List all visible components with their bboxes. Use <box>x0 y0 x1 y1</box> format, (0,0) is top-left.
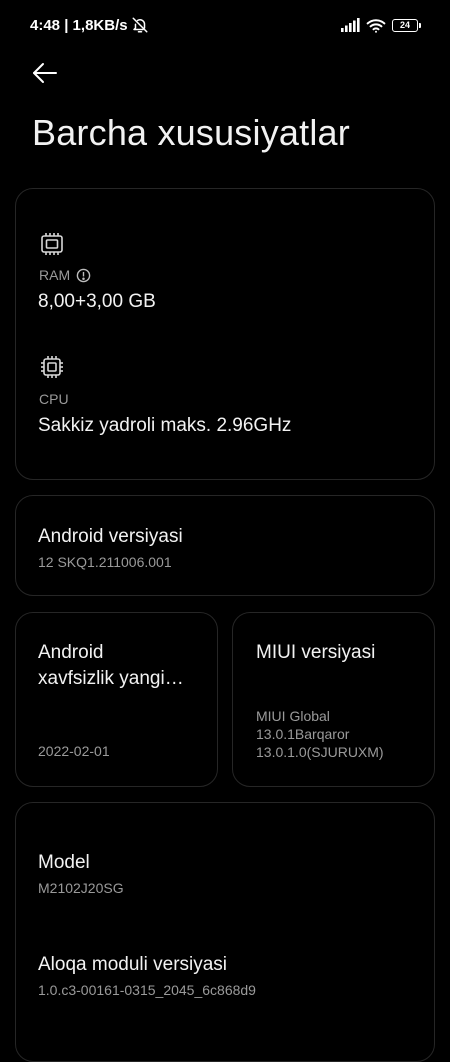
miui-version-card[interactable]: MIUI versiyasi MIUI Global 13.0.1Barqaro… <box>232 612 435 787</box>
back-arrow-icon <box>33 63 57 83</box>
miui-version-line1: MIUI Global <box>256 708 330 724</box>
android-version-value: 12 SKQ1.211006.001 <box>38 554 172 570</box>
status-right: 24 <box>340 15 421 35</box>
ram-value: 8,00+3,00 GB <box>38 291 156 312</box>
processor-chip-icon <box>41 356 63 378</box>
page-title: Barcha xususiyatlar <box>32 112 350 153</box>
cpu-value: Sakkiz yadroli maks. 2.96GHz <box>38 415 292 436</box>
status-bar: 4:48 | 1,8KB/s 24 <box>0 0 450 50</box>
info-icon[interactable] <box>76 268 91 283</box>
cpu-label: CPU <box>39 391 69 407</box>
security-update-card[interactable]: Android xavfsizlik yangi… 2022-02-01 <box>15 612 218 787</box>
baseband-label: Aloqa moduli versiyasi <box>38 954 228 975</box>
miui-version-line3: 13.0.1.0(SJURUXM) <box>256 744 384 760</box>
baseband-value: 1.0.c3-00161-0315_2045_6c868d9 <box>38 982 256 998</box>
ram-label-row: RAM <box>39 267 91 283</box>
alarm-off-icon <box>132 17 148 33</box>
android-version-card[interactable]: Android versiyasi 12 SKQ1.211006.001 <box>15 495 435 596</box>
back-button[interactable] <box>28 56 62 90</box>
hardware-card[interactable]: RAM 8,00+3,00 GB CPU Sakkiz yadroli maks… <box>15 188 435 480</box>
battery-level: 24 <box>399 19 410 30</box>
security-update-value: 2022-02-01 <box>38 743 110 759</box>
model-label: Model <box>38 852 90 873</box>
miui-version-line2: 13.0.1Barqaror <box>256 726 350 742</box>
model-value: M2102J20SG <box>38 880 124 896</box>
miui-version-label: MIUI versiyasi <box>256 642 376 663</box>
security-update-label-line1: Android <box>38 642 104 663</box>
memory-chip-icon <box>41 233 63 255</box>
battery-icon: 24 <box>392 18 421 32</box>
ram-label: RAM <box>39 267 71 283</box>
status-time-speed: 4:48 | 1,8KB/s <box>30 16 128 34</box>
wifi-icon <box>366 18 386 33</box>
android-version-label: Android versiyasi <box>38 526 183 547</box>
signal-icon <box>341 18 360 32</box>
model-card[interactable]: Model M2102J20SG Aloqa moduli versiyasi … <box>15 802 435 1062</box>
security-update-label-line2: xavfsizlik yangi… <box>38 668 184 689</box>
status-left: 4:48 | 1,8KB/s <box>30 15 149 35</box>
